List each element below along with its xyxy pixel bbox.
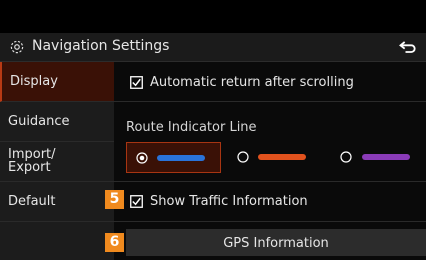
callout-badge-6: 6	[105, 233, 124, 252]
sidebar: Display Guidance Import/ Export Default	[0, 62, 114, 260]
sidebar-item-label: Guidance	[8, 114, 70, 129]
header-bar: Navigation Settings	[0, 33, 426, 62]
sidebar-item-display[interactable]: Display	[0, 62, 114, 102]
sidebar-item-label: Display	[10, 74, 58, 89]
sidebar-item-label: Import/ Export	[8, 147, 56, 175]
callout-badge-5: 5	[105, 190, 124, 209]
gear-icon	[10, 40, 24, 54]
sidebar-item-guidance[interactable]: Guidance	[0, 102, 114, 142]
gps-information-label: GPS Information	[223, 236, 329, 251]
page-title: Navigation Settings	[32, 38, 170, 54]
sidebar-item-import-export[interactable]: Import/ Export	[0, 142, 114, 182]
route-line-section	[114, 62, 426, 182]
checkbox-checked-icon[interactable]	[130, 195, 143, 208]
sidebar-item-label: Default	[8, 194, 56, 209]
gps-information-button[interactable]: GPS Information	[126, 229, 426, 256]
traffic-label: Show Traffic Information	[150, 194, 308, 209]
top-strip	[0, 0, 426, 33]
back-arrow-icon[interactable]	[398, 38, 418, 56]
traffic-row[interactable]: Show Traffic Information	[114, 182, 426, 222]
sidebar-item-default[interactable]: Default	[0, 182, 114, 222]
